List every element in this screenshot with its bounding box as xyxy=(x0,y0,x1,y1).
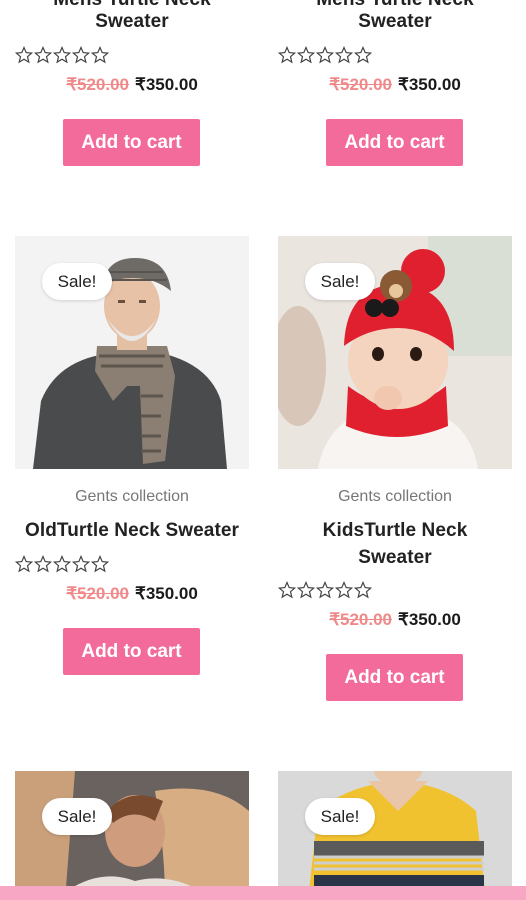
star-icon xyxy=(354,581,372,599)
star-rating xyxy=(278,46,372,66)
star-rating xyxy=(15,555,109,575)
price-row: ₹520.00 ₹350.00 xyxy=(15,75,249,95)
add-to-cart-button[interactable]: Add to cart xyxy=(63,119,200,166)
price-row: ₹520.00 ₹350.00 xyxy=(278,610,512,630)
sale-badge: Sale! xyxy=(305,798,375,835)
product-card: Mens Turtle Neck Sweater ₹520.00₹350.00 … xyxy=(15,0,249,180)
star-icon xyxy=(34,555,52,573)
striped-sweater-photo xyxy=(278,771,512,900)
original-price: ₹520.00 xyxy=(329,610,392,629)
product-card: Mens Turtle Neck Sweater ₹520.00₹350.00 … xyxy=(278,0,512,180)
product-category[interactable]: Gents collection xyxy=(15,488,249,506)
sale-badge: Sale! xyxy=(42,263,112,300)
star-icon xyxy=(72,46,90,64)
product-card: Sale! Gents collection KidsTurtle Neck S… xyxy=(278,236,512,716)
product-image-knit-sweater[interactable]: Sale! xyxy=(15,771,249,900)
product-card: Sale! Gents collection OldTurtle Neck Sw… xyxy=(15,236,249,686)
price-row: ₹520.00 ₹350.00 xyxy=(15,584,249,604)
star-icon xyxy=(72,555,90,573)
product-title-line2[interactable]: Sweater xyxy=(15,8,249,35)
star-icon xyxy=(354,46,372,64)
star-icon xyxy=(53,555,71,573)
product-title-line2[interactable]: Sweater xyxy=(278,8,512,35)
add-to-cart-button[interactable]: Add to cart xyxy=(326,119,463,166)
star-icon xyxy=(335,46,353,64)
star-rating xyxy=(278,581,372,601)
sale-price: ₹350.00 xyxy=(135,584,198,603)
star-icon xyxy=(15,555,33,573)
star-icon xyxy=(297,46,315,64)
add-to-cart-button[interactable]: Add to cart xyxy=(63,628,200,675)
sale-badge: Sale! xyxy=(305,263,375,300)
product-title-line2[interactable]: Sweater xyxy=(278,544,512,571)
star-icon xyxy=(53,46,71,64)
knit-sweater-photo xyxy=(15,771,249,900)
sale-price: ₹350.00 xyxy=(135,75,198,94)
sale-price: ₹350.00 xyxy=(398,75,461,94)
original-price: ₹520.00 xyxy=(329,75,392,94)
bottom-bar xyxy=(0,886,526,900)
star-icon xyxy=(335,581,353,599)
product-image-kid[interactable]: Sale! xyxy=(278,236,512,469)
product-image-old-man[interactable]: Sale! xyxy=(15,236,249,469)
star-icon xyxy=(316,581,334,599)
star-icon xyxy=(34,46,52,64)
star-icon xyxy=(91,555,109,573)
star-rating xyxy=(15,46,109,66)
star-icon xyxy=(316,46,334,64)
star-icon xyxy=(15,46,33,64)
add-to-cart-button[interactable]: Add to cart xyxy=(326,654,463,701)
star-icon xyxy=(278,46,296,64)
star-icon xyxy=(91,46,109,64)
product-card: Sale! xyxy=(278,771,512,900)
price-row: ₹520.00 ₹350.00 xyxy=(278,75,512,95)
star-icon xyxy=(297,581,315,599)
star-icon xyxy=(278,581,296,599)
sale-badge: Sale! xyxy=(42,798,112,835)
product-image-striped-sweater[interactable]: Sale! xyxy=(278,771,512,900)
product-card: Sale! xyxy=(15,771,249,900)
product-category[interactable]: Gents collection xyxy=(278,488,512,506)
product-title-line1[interactable]: KidsTurtle Neck xyxy=(278,517,512,544)
original-price: ₹520.00 xyxy=(66,584,129,603)
sale-price: ₹350.00 xyxy=(398,610,461,629)
product-title[interactable]: OldTurtle Neck Sweater xyxy=(15,517,249,544)
original-price: ₹520.00 xyxy=(66,75,129,94)
